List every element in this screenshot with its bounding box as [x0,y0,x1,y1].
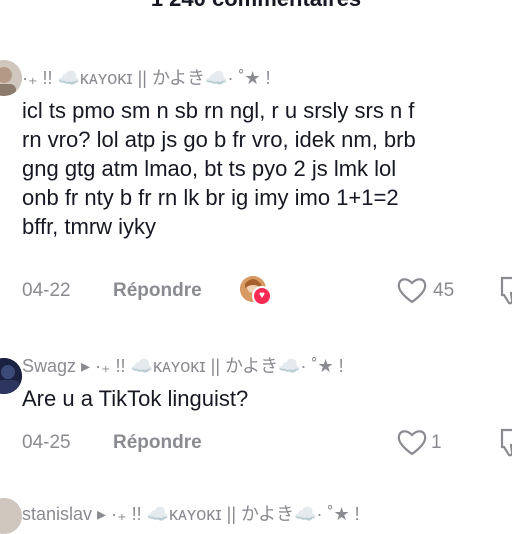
comment-text: icl ts pmo sm n sb rn ngl, r u srsly srs… [22,96,512,241]
comment-text-line: onb fr nty b fr rn lk br ig imy imo 1+1=… [22,185,399,210]
comment-username[interactable]: stanislav ▸ ·₊ !! ☁️ᴋᴀʏᴏᴋɪ || かよき☁️· ˚★ … [22,500,360,526]
comment-date: 04-25 [22,432,71,453]
reply-button[interactable]: Répondre [113,432,202,454]
heart-outline-icon[interactable] [397,428,427,456]
comment-username[interactable]: ·₊ !! ☁️ᴋᴀʏᴏᴋɪ || かよき☁️· ˚★ ! [22,64,271,90]
avatar[interactable] [0,498,22,534]
like-count: 1 [431,432,442,453]
avatar[interactable] [0,60,22,96]
dislike-icon[interactable] [500,275,512,305]
comment-text-line: Are u a TikTok linguist? [22,386,249,411]
reply-button[interactable]: Répondre [113,280,202,302]
comment-username[interactable]: Swagz ▸ ·₊ !! ☁️ᴋᴀʏᴏᴋɪ || かよき☁️· ˚★ ! [22,352,344,378]
comment-text-line: rn vro? lol atp js go b fr vro, idek nm,… [22,127,416,152]
heart-outline-icon[interactable] [397,276,427,304]
comments-header-title: 1 240 commentaires [0,0,512,12]
avatar[interactable] [0,358,22,394]
comment-text-line: icl ts pmo sm n sb rn ngl, r u srsly srs… [22,98,415,123]
comment-date: 04-22 [22,280,71,301]
comment-text-line: bffr, tmrw iyky [22,214,157,239]
heart-badge-icon: ♥ [252,286,272,306]
dislike-icon[interactable] [500,427,512,457]
comment-text: Are u a TikTok linguist? [22,384,512,413]
comment-text-line: gng gtg atm lmao, bt ts pyo 2 js lmk lol [22,156,397,181]
like-count: 45 [433,280,455,301]
creator-liked-avatar: ♥ [240,276,272,306]
